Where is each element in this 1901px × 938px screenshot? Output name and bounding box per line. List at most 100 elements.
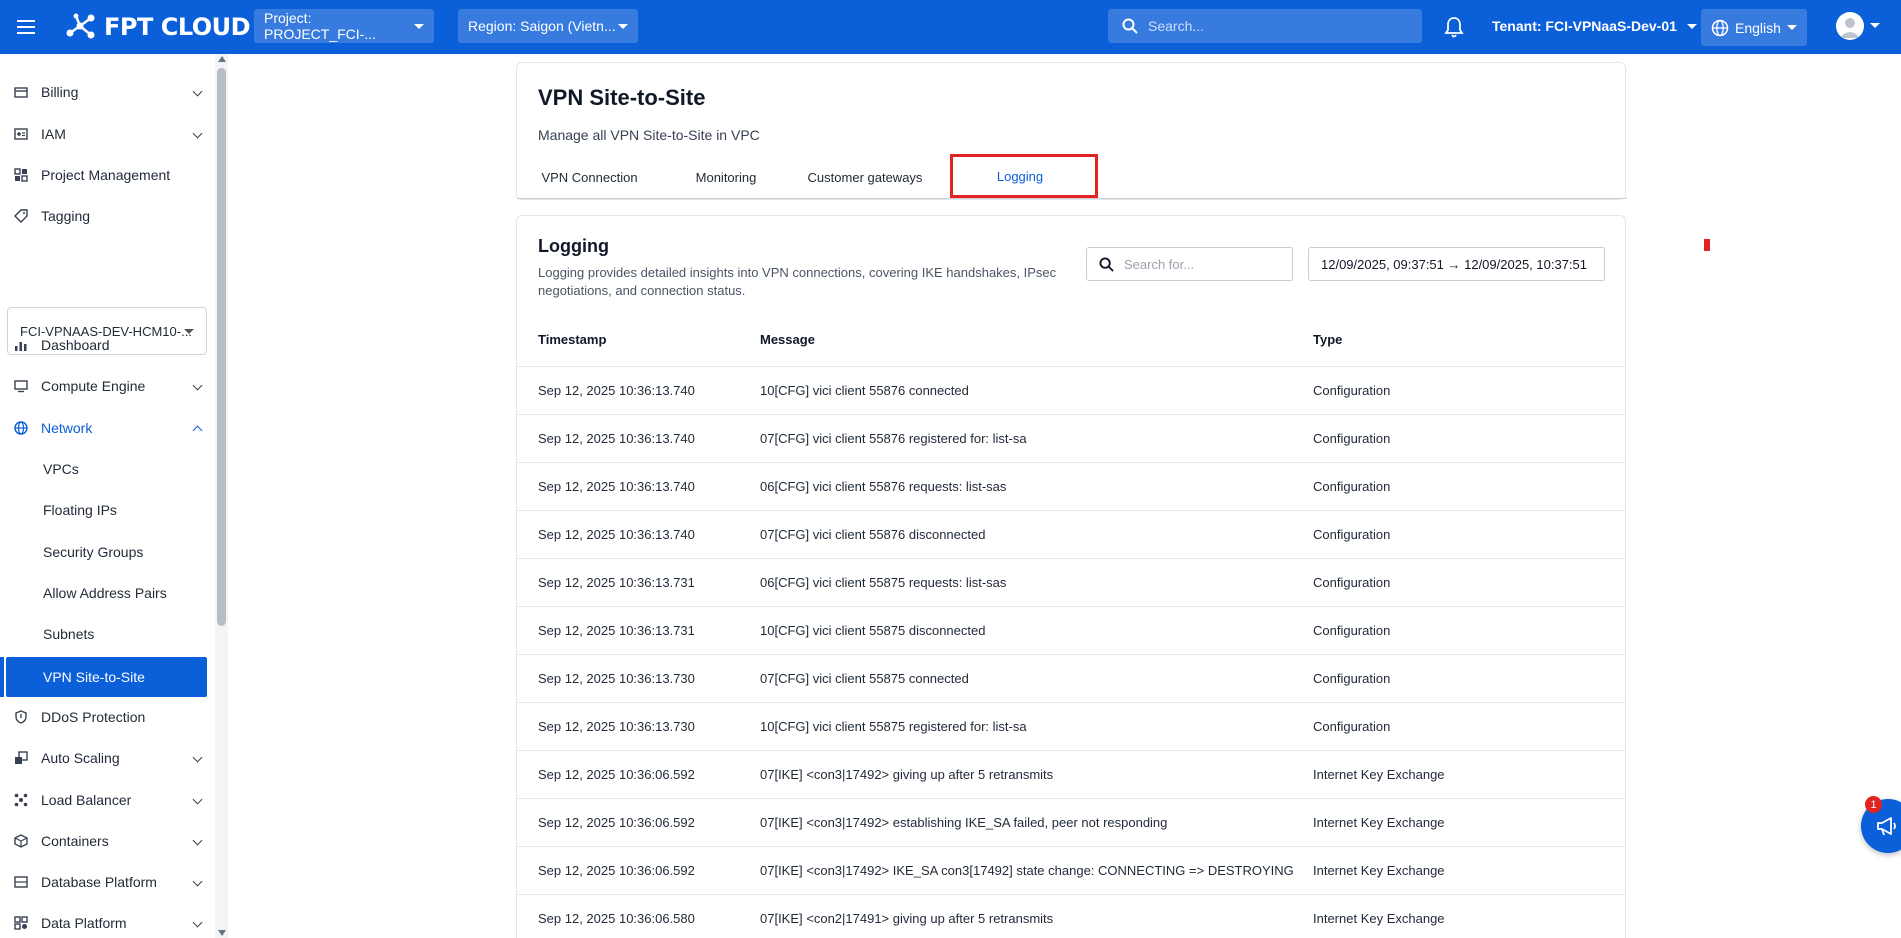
sidebar-item-database-platform[interactable]: Database Platform xyxy=(0,864,215,900)
user-avatar-icon[interactable] xyxy=(1836,12,1864,40)
table-row[interactable]: Sep 12, 2025 10:36:13.730 07[CFG] vici cl… xyxy=(517,654,1625,703)
sidebar-subitem-security-groups[interactable]: Security Groups xyxy=(6,532,207,572)
table-row[interactable]: Sep 12, 2025 10:36:06.592 07[IKE] <con3|1… xyxy=(517,750,1625,799)
fpt-cloud-logo[interactable]: FPT CLOUD xyxy=(64,11,251,43)
column-header-type[interactable]: Type xyxy=(1313,314,1625,367)
sidebar-item-project-management[interactable]: Project Management xyxy=(0,157,215,193)
tabs-divider xyxy=(517,198,1627,199)
cell-message: 06[CFG] vici client 55876 requests: list… xyxy=(760,462,1313,511)
cell-type: Configuration xyxy=(1313,462,1625,511)
table-header-row: Timestamp Message Type xyxy=(517,314,1625,367)
chevron-down-icon[interactable] xyxy=(1870,23,1880,28)
log-search-input[interactable] xyxy=(1124,256,1284,272)
table-row[interactable]: Sep 12, 2025 10:36:13.740 10[CFG] vici cl… xyxy=(517,366,1625,415)
avatar-silhouette-icon xyxy=(1840,18,1860,38)
sidebar-item-network[interactable]: Network xyxy=(0,410,215,446)
sidebar-item-data-platform[interactable]: Data Platform xyxy=(0,905,215,938)
sidebar-subitem-floating-ips[interactable]: Floating IPs xyxy=(6,490,207,530)
cell-type: Internet Key Exchange xyxy=(1313,894,1625,938)
sidebar-item-compute-engine[interactable]: Compute Engine xyxy=(0,368,215,404)
sidebar-item-containers[interactable]: Containers xyxy=(0,823,215,859)
cell-type: Internet Key Exchange xyxy=(1313,750,1625,799)
table-row[interactable]: Sep 12, 2025 10:36:06.580 07[IKE] <con2|1… xyxy=(517,894,1625,938)
global-search-input[interactable] xyxy=(1148,18,1388,34)
date-range-picker[interactable]: 12/09/2025, 09:37:51 → 12/09/2025, 10:37… xyxy=(1308,247,1605,281)
sidebar-item-dashboard[interactable]: Dashboard xyxy=(0,327,215,363)
logging-card: Logging Logging provides detailed insigh… xyxy=(516,215,1626,938)
cell-message: 07[IKE] <con2|17491> giving up after 5 r… xyxy=(760,894,1313,938)
data-platform-icon xyxy=(14,916,28,930)
table-row[interactable]: Sep 12, 2025 10:36:13.731 10[CFG] vici cl… xyxy=(517,606,1625,655)
sidebar-subitem-subnets[interactable]: Subnets xyxy=(6,614,207,654)
logging-description: Logging provides detailed insights into … xyxy=(538,265,1057,298)
scroll-up-arrow-icon[interactable] xyxy=(218,56,226,62)
compute-icon xyxy=(14,380,28,393)
project-management-icon xyxy=(14,168,28,182)
hamburger-menu-icon[interactable] xyxy=(14,15,38,39)
tab-logging[interactable]: Logging xyxy=(950,157,1090,197)
iam-icon xyxy=(14,128,28,140)
sidebar-item-label: Load Balancer xyxy=(41,792,132,808)
table-row[interactable]: Sep 12, 2025 10:36:06.592 07[IKE] <con3|1… xyxy=(517,846,1625,895)
cell-timestamp: Sep 12, 2025 10:36:13.730 xyxy=(517,654,760,703)
network-icon xyxy=(14,421,28,435)
table-row[interactable]: Sep 12, 2025 10:36:13.731 06[CFG] vici cl… xyxy=(517,558,1625,607)
column-header-message[interactable]: Message xyxy=(760,314,1313,367)
date-range-value: 12/09/2025, 09:37:51 → 12/09/2025, 10:37… xyxy=(1321,256,1588,272)
sidebar-subitem-vpn-site-to-site[interactable]: VPN Site-to-Site xyxy=(6,657,207,697)
logo-text: FPT CLOUD xyxy=(104,13,251,41)
table-row[interactable]: Sep 12, 2025 10:36:13.740 07[CFG] vici cl… xyxy=(517,414,1625,463)
log-search[interactable] xyxy=(1086,247,1293,281)
region-selector[interactable]: Region: Saigon (Vietn... xyxy=(458,9,638,43)
sidebar-subitem-label: Subnets xyxy=(43,626,95,642)
project-selector[interactable]: Project: PROJECT_FCI-... xyxy=(254,9,434,43)
tenant-selector[interactable]: Tenant: FCI-VPNaaS-Dev-01 xyxy=(1492,15,1697,37)
page-subtitle: Manage all VPN Site-to-Site in VPC xyxy=(538,127,760,143)
scroll-down-arrow-icon[interactable] xyxy=(218,930,226,936)
tab-customer-gateways[interactable]: Customer gateways xyxy=(790,157,940,197)
column-header-timestamp[interactable]: Timestamp xyxy=(517,314,760,367)
sidebar-subitem-allow-address-pairs[interactable]: Allow Address Pairs xyxy=(6,573,207,613)
table-row[interactable]: Sep 12, 2025 10:36:13.740 07[CFG] vici cl… xyxy=(517,510,1625,559)
sidebar-item-label: DDoS Protection xyxy=(41,709,146,725)
cell-type: Configuration xyxy=(1313,510,1625,559)
tab-label: Logging xyxy=(996,168,1044,184)
cell-type: Configuration xyxy=(1313,558,1625,607)
global-search[interactable] xyxy=(1108,9,1422,43)
chevron-down-icon xyxy=(414,23,424,29)
cell-timestamp: Sep 12, 2025 10:36:06.580 xyxy=(517,894,760,938)
sidebar-item-label: Billing xyxy=(41,84,79,100)
language-label: English xyxy=(1735,19,1781,36)
chevron-down-icon xyxy=(192,128,203,139)
page-title: VPN Site-to-Site xyxy=(538,85,706,110)
sidebar-item-iam[interactable]: IAM xyxy=(0,116,215,152)
language-selector[interactable]: English xyxy=(1701,9,1807,46)
cell-message: 10[CFG] vici client 55875 disconnected xyxy=(760,606,1313,655)
sidebar-scrollbar-thumb[interactable] xyxy=(217,68,226,626)
sidebar-item-ddos-protection[interactable]: DDoS Protection xyxy=(0,699,215,735)
ddos-icon xyxy=(15,710,27,724)
tab-vpn-connection[interactable]: VPN Connection xyxy=(517,157,662,197)
tab-label: Customer gateways xyxy=(807,169,923,185)
table-row[interactable]: Sep 12, 2025 10:36:13.730 10[CFG] vici cl… xyxy=(517,702,1625,751)
table-row[interactable]: Sep 12, 2025 10:36:06.592 07[IKE] <con3|1… xyxy=(517,798,1625,847)
sidebar-item-tagging[interactable]: Tagging xyxy=(0,198,215,234)
notification-count-badge: 1 xyxy=(1865,796,1882,813)
tab-monitoring[interactable]: Monitoring xyxy=(662,157,790,197)
cell-message: 10[CFG] vici client 55876 connected xyxy=(760,366,1313,415)
notification-bell-icon[interactable] xyxy=(1443,15,1465,39)
database-icon xyxy=(14,876,28,888)
sidebar-subitem-label: VPN Site-to-Site xyxy=(43,669,145,685)
cell-timestamp: Sep 12, 2025 10:36:13.740 xyxy=(517,414,760,463)
cell-timestamp: Sep 12, 2025 10:36:13.740 xyxy=(517,510,760,559)
project-selector-label: Project: PROJECT_FCI-... xyxy=(264,10,377,42)
cell-timestamp: Sep 12, 2025 10:36:13.740 xyxy=(517,462,760,511)
sidebar-item-billing[interactable]: Billing xyxy=(0,74,215,110)
sidebar-subitem-vpcs[interactable]: VPCs xyxy=(6,449,207,489)
table-row[interactable]: Sep 12, 2025 10:36:13.740 06[CFG] vici cl… xyxy=(517,462,1625,511)
cell-type: Configuration xyxy=(1313,702,1625,751)
sidebar-item-auto-scaling[interactable]: Auto Scaling xyxy=(0,740,215,776)
logo-network-icon xyxy=(66,13,95,39)
sidebar-item-load-balancer[interactable]: Load Balancer xyxy=(0,782,215,818)
chevron-down-icon xyxy=(192,752,203,763)
